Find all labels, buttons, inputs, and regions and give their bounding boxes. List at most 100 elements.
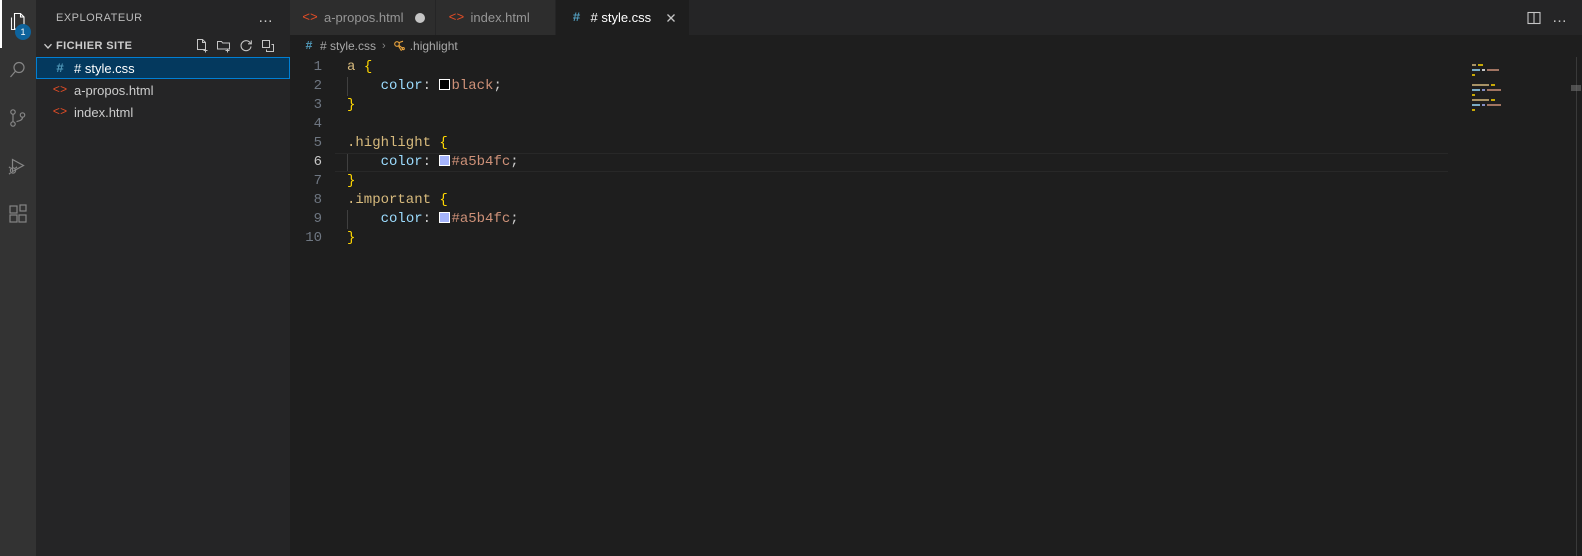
editor-group: <> a-propos.html <> index.html # # style… [290,0,1582,556]
minimap-segment [1472,74,1475,76]
sidebar-more-actions-button[interactable]: … [250,10,282,25]
code-token: { [363,59,373,75]
editor-content: 1a {2 color: black; 3} 4 5 .highlight {6 col… [290,57,1582,556]
line-text: } [335,229,355,248]
activity-bar: 1 [0,0,36,556]
split-editor-icon[interactable] [1526,10,1542,26]
code-token: #a5b4fc [451,154,511,170]
code-lines[interactable]: 1a {2 color: black; 3} 4 5 .highlight {6 col… [290,57,1448,248]
code-line[interactable]: 4 [290,115,1448,134]
code-token: : [422,78,440,94]
close-icon[interactable] [663,10,679,26]
activity-item-run-and-debug[interactable] [0,144,36,192]
activity-item-extensions[interactable] [0,192,36,240]
vscode-window: 1 EXPLORATEUR … FICHIER SITE # # style.c… [0,0,1582,556]
minimap-segment [1472,64,1476,66]
code-token: black [451,78,494,94]
tab-label: # style.css [590,10,652,25]
line-number: 1 [313,59,322,75]
minimap-border [1576,57,1577,556]
overview-ruler[interactable] [1568,57,1582,556]
line-text: color: black; [335,77,502,96]
new-file-icon[interactable] [194,38,210,54]
activity-item-explorer[interactable]: 1 [0,0,36,48]
minimap-line [1472,103,1582,107]
code-line[interactable]: 10} [290,229,1448,248]
tab-index-html[interactable]: <> index.html [436,0,557,35]
minimap-segment [1491,99,1495,101]
tab-label: index.html [470,10,530,25]
explorer-section-actions [194,38,282,54]
editor-scrollbar-thumb[interactable] [1571,85,1581,91]
code-line[interactable]: 3} [290,96,1448,115]
html-icon: <> [52,83,68,97]
code-token: ; [510,154,519,170]
minimap-segment [1472,84,1489,86]
line-number: 2 [313,78,322,94]
code-line[interactable]: 9 color: #a5b4fc; [290,210,1448,229]
tab-dirty-indicator[interactable] [415,12,426,23]
line-number: 6 [313,154,322,170]
code-token: : [422,154,440,170]
line-text: color: #a5b4fc; [335,210,519,229]
minimap-segment [1487,69,1499,71]
minimap-segment [1478,64,1483,66]
minimap-segment [1491,84,1495,86]
minimap-line [1472,93,1582,97]
minimap-line [1472,68,1582,72]
code-line[interactable]: 7} [290,172,1448,191]
html-icon: <> [302,10,318,25]
breadcrumb-label: .highlight [409,39,458,53]
line-text: color: #a5b4fc; [335,153,519,172]
code-scroll-area[interactable]: 1a {2 color: black; 3} 4 5 .highlight {6 col… [290,57,1448,556]
code-token: { [439,192,448,208]
color-swatch[interactable] [439,79,451,90]
line-number: 4 [313,116,322,132]
code-line[interactable]: 6 color: #a5b4fc; [290,153,1448,172]
tab-bar: <> a-propos.html <> index.html # # style… [290,0,1582,35]
editor-more-actions-button[interactable]: … [1552,10,1568,25]
minimap[interactable] [1448,57,1582,556]
explorer-section-header[interactable]: FICHIER SITE [36,35,290,57]
tab-style-css[interactable]: # # style.css [556,0,691,35]
explorer-section-label: FICHIER SITE [56,40,133,52]
minimap-line [1472,108,1582,112]
color-swatch[interactable] [439,212,451,223]
code-line[interactable]: 1 a { [290,58,1448,77]
minimap-segment [1472,94,1475,96]
code-token: .highlight [347,135,432,151]
minimap-segment [1472,109,1475,111]
activity-item-source-control[interactable] [0,96,36,144]
minimap-segment [1472,89,1480,91]
code-token: { [439,135,448,151]
code-token: color [380,154,423,170]
file-item-style-css[interactable]: # # style.css [36,57,290,79]
file-item-index-html[interactable]: <> index.html [36,101,290,123]
code-line[interactable]: 8 .important { [290,191,1448,210]
new-folder-icon[interactable] [216,38,232,54]
refresh-icon[interactable] [238,38,254,54]
file-label: # style.css [74,60,135,76]
css-icon: # [56,60,64,76]
file-item-a-propos-html[interactable]: <> a-propos.html [36,79,290,101]
collapse-all-icon[interactable] [260,38,276,54]
tab-a-propos-html[interactable]: <> a-propos.html [290,0,437,35]
minimap-line [1472,63,1582,67]
breadcrumb-item-file[interactable]: # # style.css [302,39,376,53]
line-text: .important { [335,191,448,210]
editor-actions: … [1526,0,1582,35]
minimap-segment [1482,104,1485,106]
sidebar-header: EXPLORATEUR … [36,0,290,35]
html-icon: <> [448,10,465,25]
activity-item-search[interactable] [0,48,36,96]
code-line[interactable]: 5 .highlight { [290,134,1448,153]
breadcrumb-item-symbol[interactable]: .highlight [392,39,458,53]
code-token: } [347,230,356,246]
color-swatch[interactable] [439,155,451,166]
minimap-segment [1487,104,1501,106]
tab-list: <> a-propos.html <> index.html # # style… [290,0,691,35]
breadcrumb-label: # style.css [320,39,377,53]
code-line[interactable]: 2 color: black; [290,77,1448,96]
code-token: color [380,211,423,227]
